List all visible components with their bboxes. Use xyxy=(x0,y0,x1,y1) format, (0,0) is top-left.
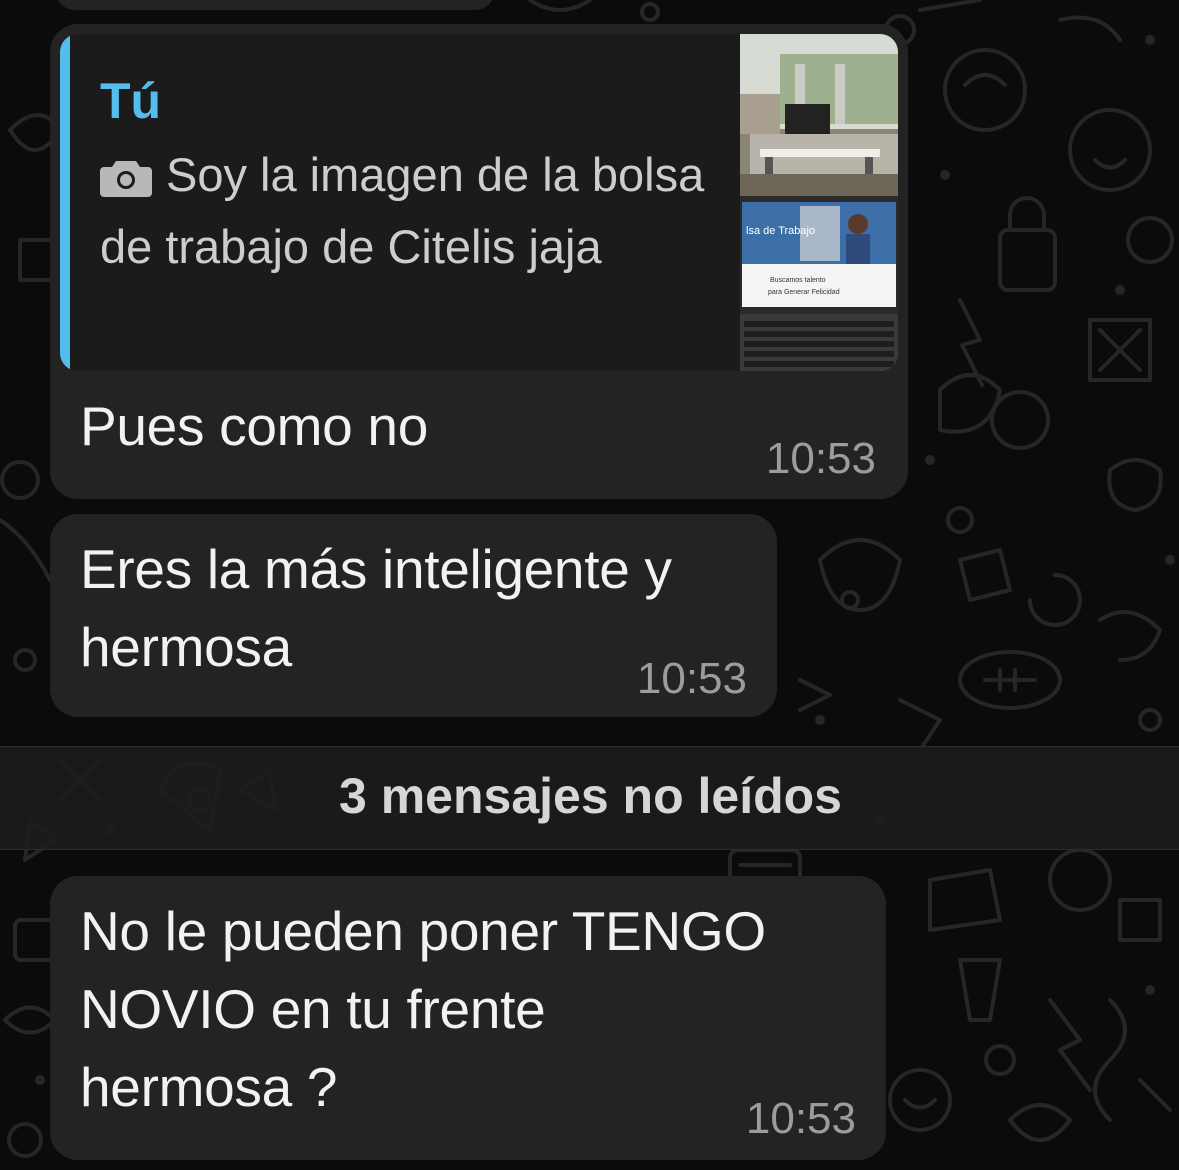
svg-text:para Generar Felicidad: para Generar Felicidad xyxy=(768,289,840,296)
quoted-message[interactable]: Tú Soy la imagen de la bolsa de trabajo … xyxy=(60,34,898,371)
quoted-image-thumbnail[interactable]: lsa de Trabajo Buscamos talento para Gen… xyxy=(740,34,898,371)
message-time: 10:53 xyxy=(745,1094,856,1143)
message-bubble[interactable]: Eres la más inteligente y hermosa 10:53 xyxy=(50,514,777,717)
message-bubble[interactable]: No le pueden poner TENGO NOVIO en tu fre… xyxy=(50,876,886,1160)
message-time: 10:53 xyxy=(636,654,747,703)
quote-accent-bar xyxy=(60,34,70,371)
camera-icon xyxy=(100,148,152,214)
quote-author: Tú xyxy=(100,73,162,129)
unread-messages-divider: 3 mensajes no leídos xyxy=(0,746,1179,850)
message-bubble-reply[interactable]: Tú Soy la imagen de la bolsa de trabajo … xyxy=(50,24,908,499)
unread-messages-label: 3 mensajes no leídos xyxy=(339,768,842,824)
svg-text:Buscamos talento: Buscamos talento xyxy=(770,277,826,284)
quote-text: Soy la imagen de la bolsa de trabajo de … xyxy=(100,148,705,273)
svg-text:lsa de Trabajo: lsa de Trabajo xyxy=(746,225,815,237)
message-text: Eres la más inteligente y hermosa xyxy=(80,538,672,678)
previous-message-bubble xyxy=(55,0,495,10)
message-time: 10:53 xyxy=(765,434,876,483)
message-text: Pues como no xyxy=(80,395,428,457)
quote-text-block: Soy la imagen de la bolsa de trabajo de … xyxy=(100,142,710,280)
message-text: No le pueden poner TENGO NOVIO en tu fre… xyxy=(80,900,766,1118)
